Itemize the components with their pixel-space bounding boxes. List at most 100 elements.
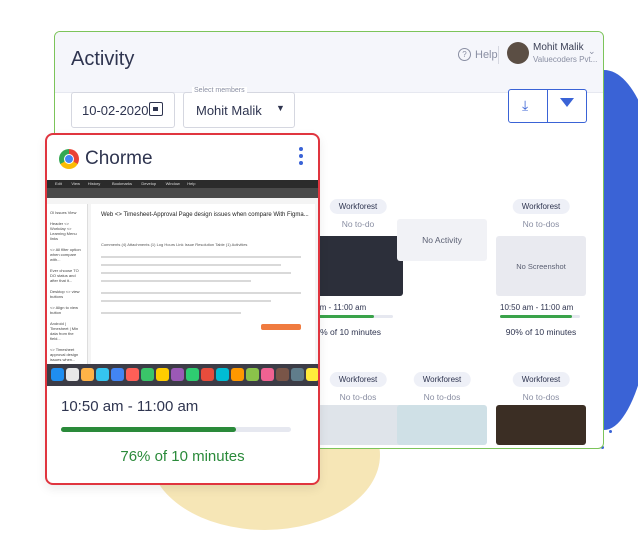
chevron-down-icon[interactable]: ⌄: [588, 46, 596, 57]
filter-button[interactable]: [548, 90, 586, 122]
dock-app-icon: [306, 368, 318, 381]
help-icon: ?: [458, 48, 471, 61]
todo-text: No to-dos: [423, 392, 461, 402]
screenshot-thumbnail[interactable]: [313, 405, 403, 445]
member-select[interactable]: Select members Mohit Malik ▼: [183, 87, 295, 128]
issue-title: Web <> Timesheet-Approval Page design is…: [101, 212, 309, 218]
dock-app-icon: [276, 368, 289, 381]
member-select-label: Select members: [192, 87, 247, 94]
menubar-item: Window: [165, 181, 180, 186]
issue-main: Web <> Timesheet-Approval Page design is…: [91, 204, 315, 364]
menubar-item: Edit: [55, 181, 62, 186]
project-tag: Workforest: [413, 372, 471, 387]
activity-percent: 90% of 10 minutes: [505, 327, 577, 337]
page-title: Activity: [71, 48, 135, 70]
no-activity-box: No Activity: [397, 219, 487, 261]
screenshot-thumbnail[interactable]: [313, 236, 403, 296]
text-line: [101, 280, 251, 282]
project-tag: Workforest: [512, 199, 570, 214]
project-tag: Workforest: [512, 372, 570, 387]
app-name: Chorme: [85, 148, 153, 169]
dock-app-icon: [111, 368, 124, 381]
filter-icon: [560, 98, 574, 107]
dock-app-icon: [81, 368, 94, 381]
decorative-dot: [609, 430, 612, 433]
member-value: Mohit Malik: [196, 103, 262, 118]
user-name[interactable]: Mohit Malik: [533, 42, 584, 53]
menubar-item: History: [87, 181, 101, 186]
date-picker[interactable]: 10-02-2020: [71, 92, 175, 128]
dock-app-icon: [171, 368, 184, 381]
mac-dock: [47, 364, 318, 386]
progress-fill: [61, 427, 236, 432]
text-line: [101, 256, 301, 258]
date-value: 10-02-2020: [82, 103, 149, 118]
progress-bar: [313, 315, 393, 318]
sidebar-issue-item: <> Align to view button: [50, 305, 79, 315]
menubar-item: Bookmarks: [112, 181, 133, 186]
dock-app-icon: [201, 368, 214, 381]
dock-app-icon: [141, 368, 154, 381]
dock-app-icon: [126, 368, 139, 381]
time-range: ...m - 11:00 am: [313, 303, 367, 312]
dock-app-icon: [291, 368, 304, 381]
screenshot-preview[interactable]: Edit View History Bookmarks Develop Window Hel…: [47, 180, 318, 386]
dock-app-icon: [231, 368, 244, 381]
time-range: 10:50 am - 11:00 am: [500, 303, 574, 312]
sidebar-issue-item: Header <> Workday <> Learning Menu links: [50, 221, 77, 241]
sidebar-issue-item: Ol Issues View: [50, 210, 77, 215]
project-tag: Workforest: [329, 372, 387, 387]
help-link[interactable]: ? Help: [458, 48, 498, 61]
todo-text: No to-dos: [522, 392, 560, 402]
screenshot-detail-card: Chorme Edit View History Bookmarks Develop Wi…: [45, 133, 320, 485]
time-range: 10:50 am - 11:00 am: [61, 398, 199, 415]
text-line: [101, 312, 241, 314]
sidebar-issue-item: Ever choose TO DO status and after that …: [50, 268, 79, 283]
dock-app-icon: [96, 368, 109, 381]
sidebar-issue-item: <> All filter option when compare with..…: [50, 247, 81, 262]
todo-text: No to-dos: [522, 219, 560, 229]
header-divider: [498, 46, 499, 64]
progress-bar: [61, 427, 291, 432]
dock-app-icon: [186, 368, 199, 381]
dock-app-icon: [246, 368, 259, 381]
progress-bar: [500, 315, 580, 318]
comment-button: [261, 324, 301, 330]
dock-app-icon: [216, 368, 229, 381]
more-options-icon[interactable]: [299, 147, 303, 168]
menubar-item: Develop: [141, 181, 157, 186]
text-line: [101, 292, 301, 294]
caret-down-icon: ▼: [276, 103, 285, 113]
text-line: [101, 300, 271, 302]
action-button-group: ⤓: [508, 89, 587, 123]
calendar-icon[interactable]: [149, 102, 163, 116]
screenshot-thumbnail[interactable]: [496, 405, 586, 445]
sidebar-issue-item: Desktop <> view buttons: [50, 289, 80, 299]
dock-app-icon: [261, 368, 274, 381]
decorative-dot: [609, 398, 612, 401]
mac-menubar: Edit View History Bookmarks Develop Window Hel…: [47, 180, 318, 188]
browser-tabs-bar: [47, 188, 318, 198]
project-tag: Workforest: [329, 199, 387, 214]
activity-percent: ...% of 10 minutes: [313, 327, 382, 337]
dock-app-icon: [156, 368, 169, 381]
no-screenshot-box: No Screenshot: [496, 236, 586, 296]
progress-fill: [500, 315, 572, 318]
progress-fill: [313, 315, 374, 318]
dock-app-icon: [51, 368, 64, 381]
screenshot-thumbnail[interactable]: [397, 405, 487, 445]
todo-text: No to-dos: [339, 392, 377, 402]
sidebar-issue-item: Android | Timesheet | Min data from the …: [50, 321, 79, 341]
download-button[interactable]: ⤓: [509, 90, 548, 122]
chrome-icon: [59, 149, 79, 169]
panel-header: Activity ? Help Mohit Malik Valuecoders …: [55, 32, 603, 93]
issue-sidebar: Ol Issues View Header <> Workday <> Learn…: [47, 204, 88, 364]
download-icon: ⤓: [522, 97, 529, 113]
activity-percent: 76% of 10 minutes: [120, 448, 245, 465]
issue-tabs: Comments (4) Attachments (1) Log Hours L…: [101, 242, 248, 247]
sidebar-issue-item: <> Timesheet approval design issues when…: [50, 347, 79, 362]
menubar-item: View: [71, 181, 80, 186]
text-line: [101, 264, 281, 266]
help-label: Help: [475, 48, 498, 61]
avatar[interactable]: [507, 42, 529, 64]
